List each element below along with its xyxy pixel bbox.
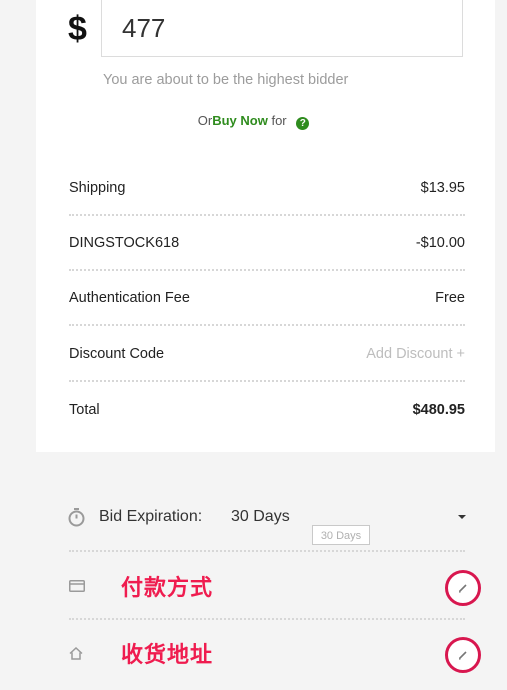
summary-row-total: Total $480.95 (69, 402, 465, 458)
shipping-address-label: 收货地址 (121, 643, 214, 668)
timer-icon (68, 508, 85, 527)
bid-amount-input[interactable]: 477 (101, 0, 463, 57)
summary-value: -$10.00 (415, 235, 465, 251)
expiration-label: Bid Expiration: (99, 508, 203, 525)
divider (69, 269, 465, 271)
summary-row-discount: Discount Code Add Discount + (69, 346, 465, 402)
buy-now-prefix: Or (197, 113, 213, 128)
edit-address-button[interactable] (445, 637, 481, 673)
divider (69, 618, 465, 620)
bid-expiration-select[interactable]: Bid Expiration: 30 Days (68, 507, 466, 531)
pencil-icon (458, 584, 467, 593)
caret-down-icon[interactable] (458, 515, 466, 519)
shipping-address-row[interactable]: 收货地址 (69, 635, 481, 675)
total-value: $480.95 (412, 402, 465, 418)
expiration-tooltip: 30 Days (312, 525, 370, 545)
add-discount-link[interactable]: Add Discount + (366, 346, 465, 362)
divider (69, 214, 465, 216)
summary-value: $13.95 (420, 180, 465, 196)
divider (69, 324, 465, 326)
summary-row-shipping: Shipping $13.95 (69, 180, 465, 236)
divider (69, 550, 465, 552)
edit-payment-button[interactable] (445, 570, 481, 606)
expiration-value: 30 Days (231, 508, 290, 525)
divider (69, 380, 465, 382)
summary-label: Total (69, 402, 100, 418)
currency-symbol: $ (68, 10, 87, 48)
credit-card-icon (69, 580, 85, 592)
pencil-icon (458, 651, 467, 660)
buy-now-link[interactable]: Buy Now (212, 113, 268, 128)
summary-label: Authentication Fee (69, 290, 190, 306)
bid-hint: You are about to be the highest bidder (103, 72, 349, 88)
home-icon (69, 647, 83, 660)
payment-method-row[interactable]: 付款方式 (69, 568, 481, 608)
buy-now-suffix: for (271, 113, 287, 128)
summary-label: DINGSTOCK618 (69, 235, 180, 251)
summary-row-authentication: Authentication Fee Free (69, 290, 465, 346)
help-icon[interactable]: ? (296, 117, 310, 130)
payment-method-label: 付款方式 (121, 576, 214, 601)
summary-value: Free (435, 290, 465, 306)
summary-label: Discount Code (69, 346, 165, 362)
buy-now-row: OrBuy Now for ? (0, 113, 507, 130)
summary-row-promo: DINGSTOCK618 -$10.00 (69, 235, 465, 291)
summary-label: Shipping (69, 180, 126, 196)
